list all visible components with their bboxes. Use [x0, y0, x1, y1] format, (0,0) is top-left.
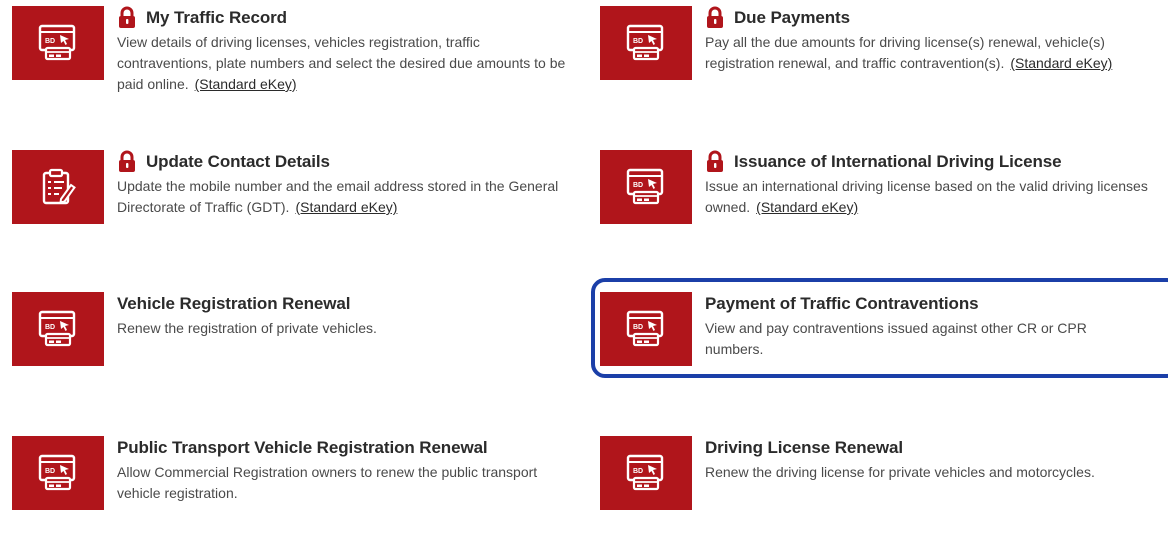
service-title-text[interactable]: Public Transport Vehicle Registration Re… — [117, 436, 488, 460]
service-tile[interactable]: BD — [600, 292, 692, 366]
lock-icon — [119, 6, 135, 28]
svg-text:BD: BD — [633, 38, 643, 45]
standard-ekey-link[interactable]: (Standard eKey) — [756, 199, 858, 215]
payment-card-icon: BD — [38, 454, 76, 491]
service-title[interactable]: Issuance of International Driving Licens… — [705, 150, 1160, 174]
service-description-text: View and pay contraventions issued again… — [705, 320, 1087, 357]
svg-text:BD: BD — [45, 468, 55, 475]
standard-ekey-link[interactable]: (Standard eKey) — [295, 199, 397, 215]
service-tile[interactable]: BD — [600, 6, 692, 80]
service-description: View details of driving licenses, vehicl… — [117, 32, 572, 95]
svg-text:BD: BD — [633, 468, 643, 475]
standard-ekey-link[interactable]: (Standard eKey) — [1010, 55, 1112, 71]
service-vehicle-registration-renewal[interactable]: BD Vehicle Registration Renewal Renew th… — [12, 292, 572, 392]
service-title[interactable]: Public Transport Vehicle Registration Re… — [117, 436, 572, 460]
service-title-text[interactable]: Driving License Renewal — [705, 436, 903, 460]
service-tile[interactable] — [12, 150, 104, 224]
service-description: View and pay contraventions issued again… — [705, 318, 1125, 360]
service-due-payments[interactable]: BD Due Payments Pay all the due amounts … — [600, 6, 1160, 106]
service-title[interactable]: Driving License Renewal — [705, 436, 1160, 460]
svg-text:BD: BD — [633, 182, 643, 189]
clipboard-edit-icon — [42, 168, 76, 205]
service-description-text: Renew the registration of private vehicl… — [117, 320, 377, 336]
service-payment-of-traffic-contraventions[interactable]: BD Payment of Traffic Contraventions Vie… — [600, 292, 1160, 392]
service-driving-license-renewal[interactable]: BD Driving License Renewal Renew the dri… — [600, 436, 1160, 536]
service-description-text: Renew the driving license for private ve… — [705, 464, 1095, 480]
service-tile[interactable]: BD — [12, 436, 104, 510]
svg-text:BD: BD — [633, 324, 643, 331]
service-tile[interactable]: BD — [12, 292, 104, 366]
service-title-text[interactable]: Vehicle Registration Renewal — [117, 292, 351, 316]
lock-icon — [707, 6, 723, 28]
service-title[interactable]: My Traffic Record — [117, 6, 572, 30]
service-description-text: View details of driving licenses, vehicl… — [117, 34, 566, 92]
service-my-traffic-record[interactable]: BD My Traffic Record View details of dri… — [12, 6, 572, 106]
service-description-text: Allow Commercial Registration owners to … — [117, 464, 538, 501]
service-tile[interactable]: BD — [12, 6, 104, 80]
service-description: Allow Commercial Registration owners to … — [117, 462, 572, 504]
service-description: Pay all the due amounts for driving lice… — [705, 32, 1160, 74]
service-title-text[interactable]: Issuance of International Driving Licens… — [734, 150, 1062, 174]
payment-card-icon: BD — [626, 454, 664, 491]
service-tile[interactable]: BD — [600, 150, 692, 224]
payment-card-icon: BD — [626, 168, 664, 205]
service-international-driving-license[interactable]: BD Issuance of International Driving Lic… — [600, 150, 1160, 250]
service-title-text[interactable]: My Traffic Record — [146, 6, 287, 30]
service-tile[interactable]: BD — [600, 436, 692, 510]
service-title[interactable]: Vehicle Registration Renewal — [117, 292, 572, 316]
service-title-text[interactable]: Due Payments — [734, 6, 850, 30]
service-description: Update the mobile number and the email a… — [117, 176, 572, 218]
service-title-text[interactable]: Payment of Traffic Contraventions — [705, 292, 979, 316]
lock-icon — [119, 150, 135, 172]
payment-card-icon: BD — [626, 24, 664, 61]
service-title[interactable]: Update Contact Details — [117, 150, 572, 174]
payment-card-icon: BD — [626, 310, 664, 347]
service-title[interactable]: Due Payments — [705, 6, 1160, 30]
service-update-contact-details[interactable]: Update Contact Details Update the mobile… — [12, 150, 572, 250]
service-description: Renew the driving license for private ve… — [705, 462, 1160, 483]
lock-icon — [707, 150, 723, 172]
service-title-text[interactable]: Update Contact Details — [146, 150, 330, 174]
svg-text:BD: BD — [45, 38, 55, 45]
service-description: Issue an international driving license b… — [705, 176, 1160, 218]
standard-ekey-link[interactable]: (Standard eKey) — [195, 76, 297, 92]
service-title[interactable]: Payment of Traffic Contraventions — [705, 292, 1160, 316]
payment-card-icon: BD — [38, 310, 76, 347]
svg-text:BD: BD — [45, 324, 55, 331]
payment-card-icon: BD — [38, 24, 76, 61]
service-description: Renew the registration of private vehicl… — [117, 318, 572, 339]
service-public-transport-registration-renewal[interactable]: BD Public Transport Vehicle Registration… — [12, 436, 572, 536]
